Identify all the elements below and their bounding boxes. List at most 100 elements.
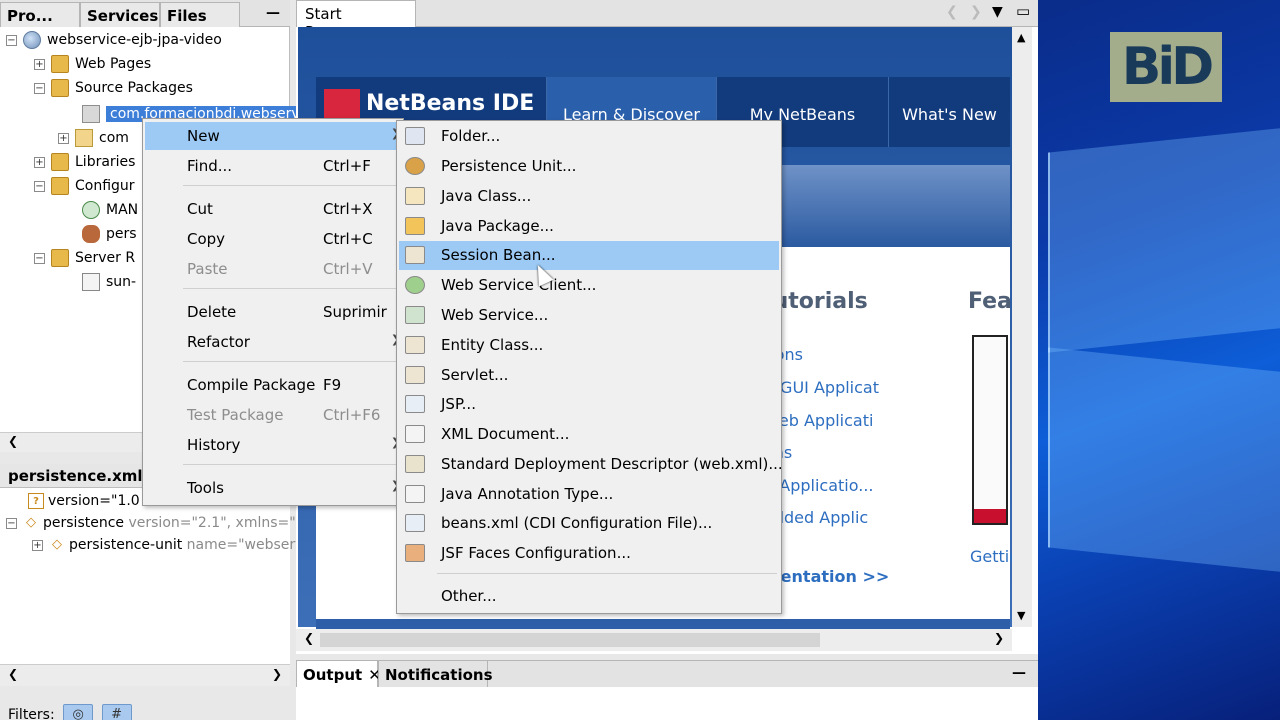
submenu-item-jsp[interactable]: JSP... xyxy=(399,390,779,419)
scroll-right-icon[interactable]: ❯ xyxy=(994,631,1004,645)
submenu-item-java-class[interactable]: Java Class... xyxy=(399,182,779,211)
tree-item-server-resources[interactable]: − Server R xyxy=(34,247,135,269)
maximize-icon[interactable]: ▭ xyxy=(1016,2,1030,20)
minimize-icon[interactable]: — xyxy=(1012,665,1026,681)
scroll-thumb[interactable] xyxy=(320,633,820,647)
menu-item-shortcut: Ctrl+F6 xyxy=(323,406,381,424)
menu-item-delete[interactable]: Delete Suprimir xyxy=(145,298,401,326)
start-page-tab-whats-new[interactable]: What's New xyxy=(888,77,1010,147)
projects-tab-bar: Pro... ✕ Services Files — xyxy=(0,0,290,43)
beans-xml-icon xyxy=(405,514,425,532)
output-tab-bar: Output ✕ Notifications — xyxy=(296,660,1038,688)
menu-item-compile-package[interactable]: Compile Package F9 xyxy=(145,371,401,399)
submenu-item-jsf-faces-config[interactable]: JSF Faces Configuration... xyxy=(399,539,779,568)
xml-file-icon xyxy=(82,273,100,291)
tab-notifications[interactable]: Notifications xyxy=(378,661,493,688)
tab-services[interactable]: Services xyxy=(80,2,160,27)
tree-item-libraries[interactable]: + Libraries xyxy=(34,151,135,173)
submenu-item-web-service-client[interactable]: Web Service Client... xyxy=(399,271,779,300)
scroll-right-icon[interactable]: ❯ xyxy=(272,667,282,681)
submenu-item-session-bean[interactable]: Session Bean... xyxy=(399,241,779,270)
scroll-left-icon[interactable]: ❮ xyxy=(304,631,314,645)
featured-thumbnail[interactable] xyxy=(972,335,1008,525)
tree-label: Configur xyxy=(75,178,135,194)
netbeans-logo-text: NetBeans IDE xyxy=(366,91,535,116)
tree-item-web-pages[interactable]: + Web Pages xyxy=(34,53,151,75)
tree-label: Server R xyxy=(75,250,136,266)
tree-item-source-packages[interactable]: − Source Packages xyxy=(34,77,193,99)
expand-icon[interactable]: + xyxy=(34,58,45,70)
menu-item-label: Tools xyxy=(187,479,224,497)
tree-item-project[interactable]: − webservice-ejb-jpa-video xyxy=(6,29,222,51)
expand-icon[interactable]: + xyxy=(32,539,43,551)
collapse-icon[interactable]: − xyxy=(6,34,17,46)
navigator-row-label: persistence xyxy=(43,515,125,531)
editor-vertical-scrollbar[interactable]: ▲ ▼ xyxy=(1012,27,1032,627)
collapse-icon[interactable]: − xyxy=(34,82,45,94)
tree-item-manifest[interactable]: MAN xyxy=(82,199,138,221)
filter-hash-icon[interactable]: # xyxy=(101,704,132,720)
menu-item-history[interactable]: History❯ xyxy=(145,431,401,459)
scroll-down-icon[interactable]: ▼ xyxy=(1017,609,1025,622)
tree-item-persistence[interactable]: pers xyxy=(82,223,137,245)
minimize-icon[interactable]: — xyxy=(266,5,280,21)
bdi-logo-text: BiD xyxy=(1121,37,1215,97)
menu-item-copy[interactable]: Copy Ctrl+C xyxy=(145,225,401,253)
tab-start-page[interactable]: Start Page✕ xyxy=(296,0,416,41)
collapse-icon[interactable]: − xyxy=(34,252,45,264)
jsf-icon xyxy=(405,544,425,562)
submenu-item-other[interactable]: Other... xyxy=(399,582,779,611)
menu-item-shortcut: Suprimir xyxy=(323,303,387,321)
tree-item-configuration[interactable]: − Configur xyxy=(34,175,135,197)
navigator-row[interactable]: ? version="1.0 xyxy=(28,490,140,512)
submenu-item-label: Web Service Client... xyxy=(441,276,597,294)
submenu-item-persistence-unit[interactable]: Persistence Unit... xyxy=(399,152,779,181)
menu-item-new[interactable]: New❯ xyxy=(145,122,401,150)
tab-files[interactable]: Files xyxy=(160,2,240,27)
scroll-tabs-right-icon[interactable]: ❯ xyxy=(970,4,982,20)
collapse-icon[interactable]: − xyxy=(6,517,17,529)
tab-services-label: Services xyxy=(87,7,159,25)
navigator-filters: Filters: ◎ # xyxy=(0,696,290,720)
tree-label: Libraries xyxy=(75,154,136,170)
expand-icon[interactable]: + xyxy=(58,132,69,144)
menu-item-tools[interactable]: Tools❯ xyxy=(145,474,401,502)
submenu-item-deployment-descriptor[interactable]: Standard Deployment Descriptor (web.xml)… xyxy=(399,450,783,479)
scroll-left-icon[interactable]: ❮ xyxy=(8,434,18,448)
submenu-item-web-service[interactable]: Web Service... xyxy=(399,301,779,330)
scroll-up-icon[interactable]: ▲ xyxy=(1017,31,1025,44)
submenu-item-xml-document[interactable]: XML Document... xyxy=(399,420,779,449)
submenu-item-java-package[interactable]: Java Package... xyxy=(399,212,779,241)
tree-item-package[interactable]: + com xyxy=(58,127,129,149)
tree-label: sun- xyxy=(106,274,137,290)
submenu-item-beans-xml[interactable]: beans.xml (CDI Configuration File)... xyxy=(399,509,779,538)
scroll-tabs-left-icon[interactable]: ❮ xyxy=(946,4,958,20)
java-package-icon xyxy=(405,217,425,235)
tab-projects[interactable]: Pro... ✕ xyxy=(0,2,80,43)
navigator-row[interactable]: − ◇ persistence version="2.1", xmlns="h xyxy=(6,512,305,534)
tab-output[interactable]: Output ✕ xyxy=(296,661,381,688)
editor-horizontal-scrollbar[interactable]: ❮ ❯ xyxy=(296,629,1012,651)
web-service-icon xyxy=(405,306,425,324)
tab-files-label: Files xyxy=(167,7,207,25)
expand-icon[interactable]: + xyxy=(34,156,45,168)
menu-item-cut[interactable]: Cut Ctrl+X xyxy=(145,195,401,223)
menu-item-label: New xyxy=(187,127,220,145)
scroll-left-icon[interactable]: ❮ xyxy=(8,667,18,681)
documentation-link[interactable]: mentation >> xyxy=(764,567,889,586)
tree-label: Web Pages xyxy=(75,56,152,72)
submenu-item-folder[interactable]: Folder... xyxy=(399,122,779,151)
navigator-horizontal-scrollbar[interactable]: ❮ ❯ xyxy=(0,664,290,686)
collapse-icon[interactable]: − xyxy=(34,180,45,192)
filter-inherited-icon[interactable]: ◎ xyxy=(63,704,94,720)
submenu-item-entity-class[interactable]: Entity Class... xyxy=(399,331,779,360)
tree-label: pers xyxy=(106,226,137,242)
menu-item-refactor[interactable]: Refactor❯ xyxy=(145,328,401,356)
submenu-item-annotation-type[interactable]: Java Annotation Type... xyxy=(399,480,779,509)
tab-list-icon[interactable]: ▼ xyxy=(992,4,1003,20)
tree-item-sun-resources[interactable]: sun- xyxy=(82,271,136,293)
navigator-row[interactable]: + ◇ persistence-unit name="webserv xyxy=(32,534,303,556)
menu-item-find[interactable]: Find... Ctrl+F xyxy=(145,152,401,180)
submenu-item-servlet[interactable]: Servlet... xyxy=(399,361,779,390)
submenu-item-label: Persistence Unit... xyxy=(441,157,577,175)
